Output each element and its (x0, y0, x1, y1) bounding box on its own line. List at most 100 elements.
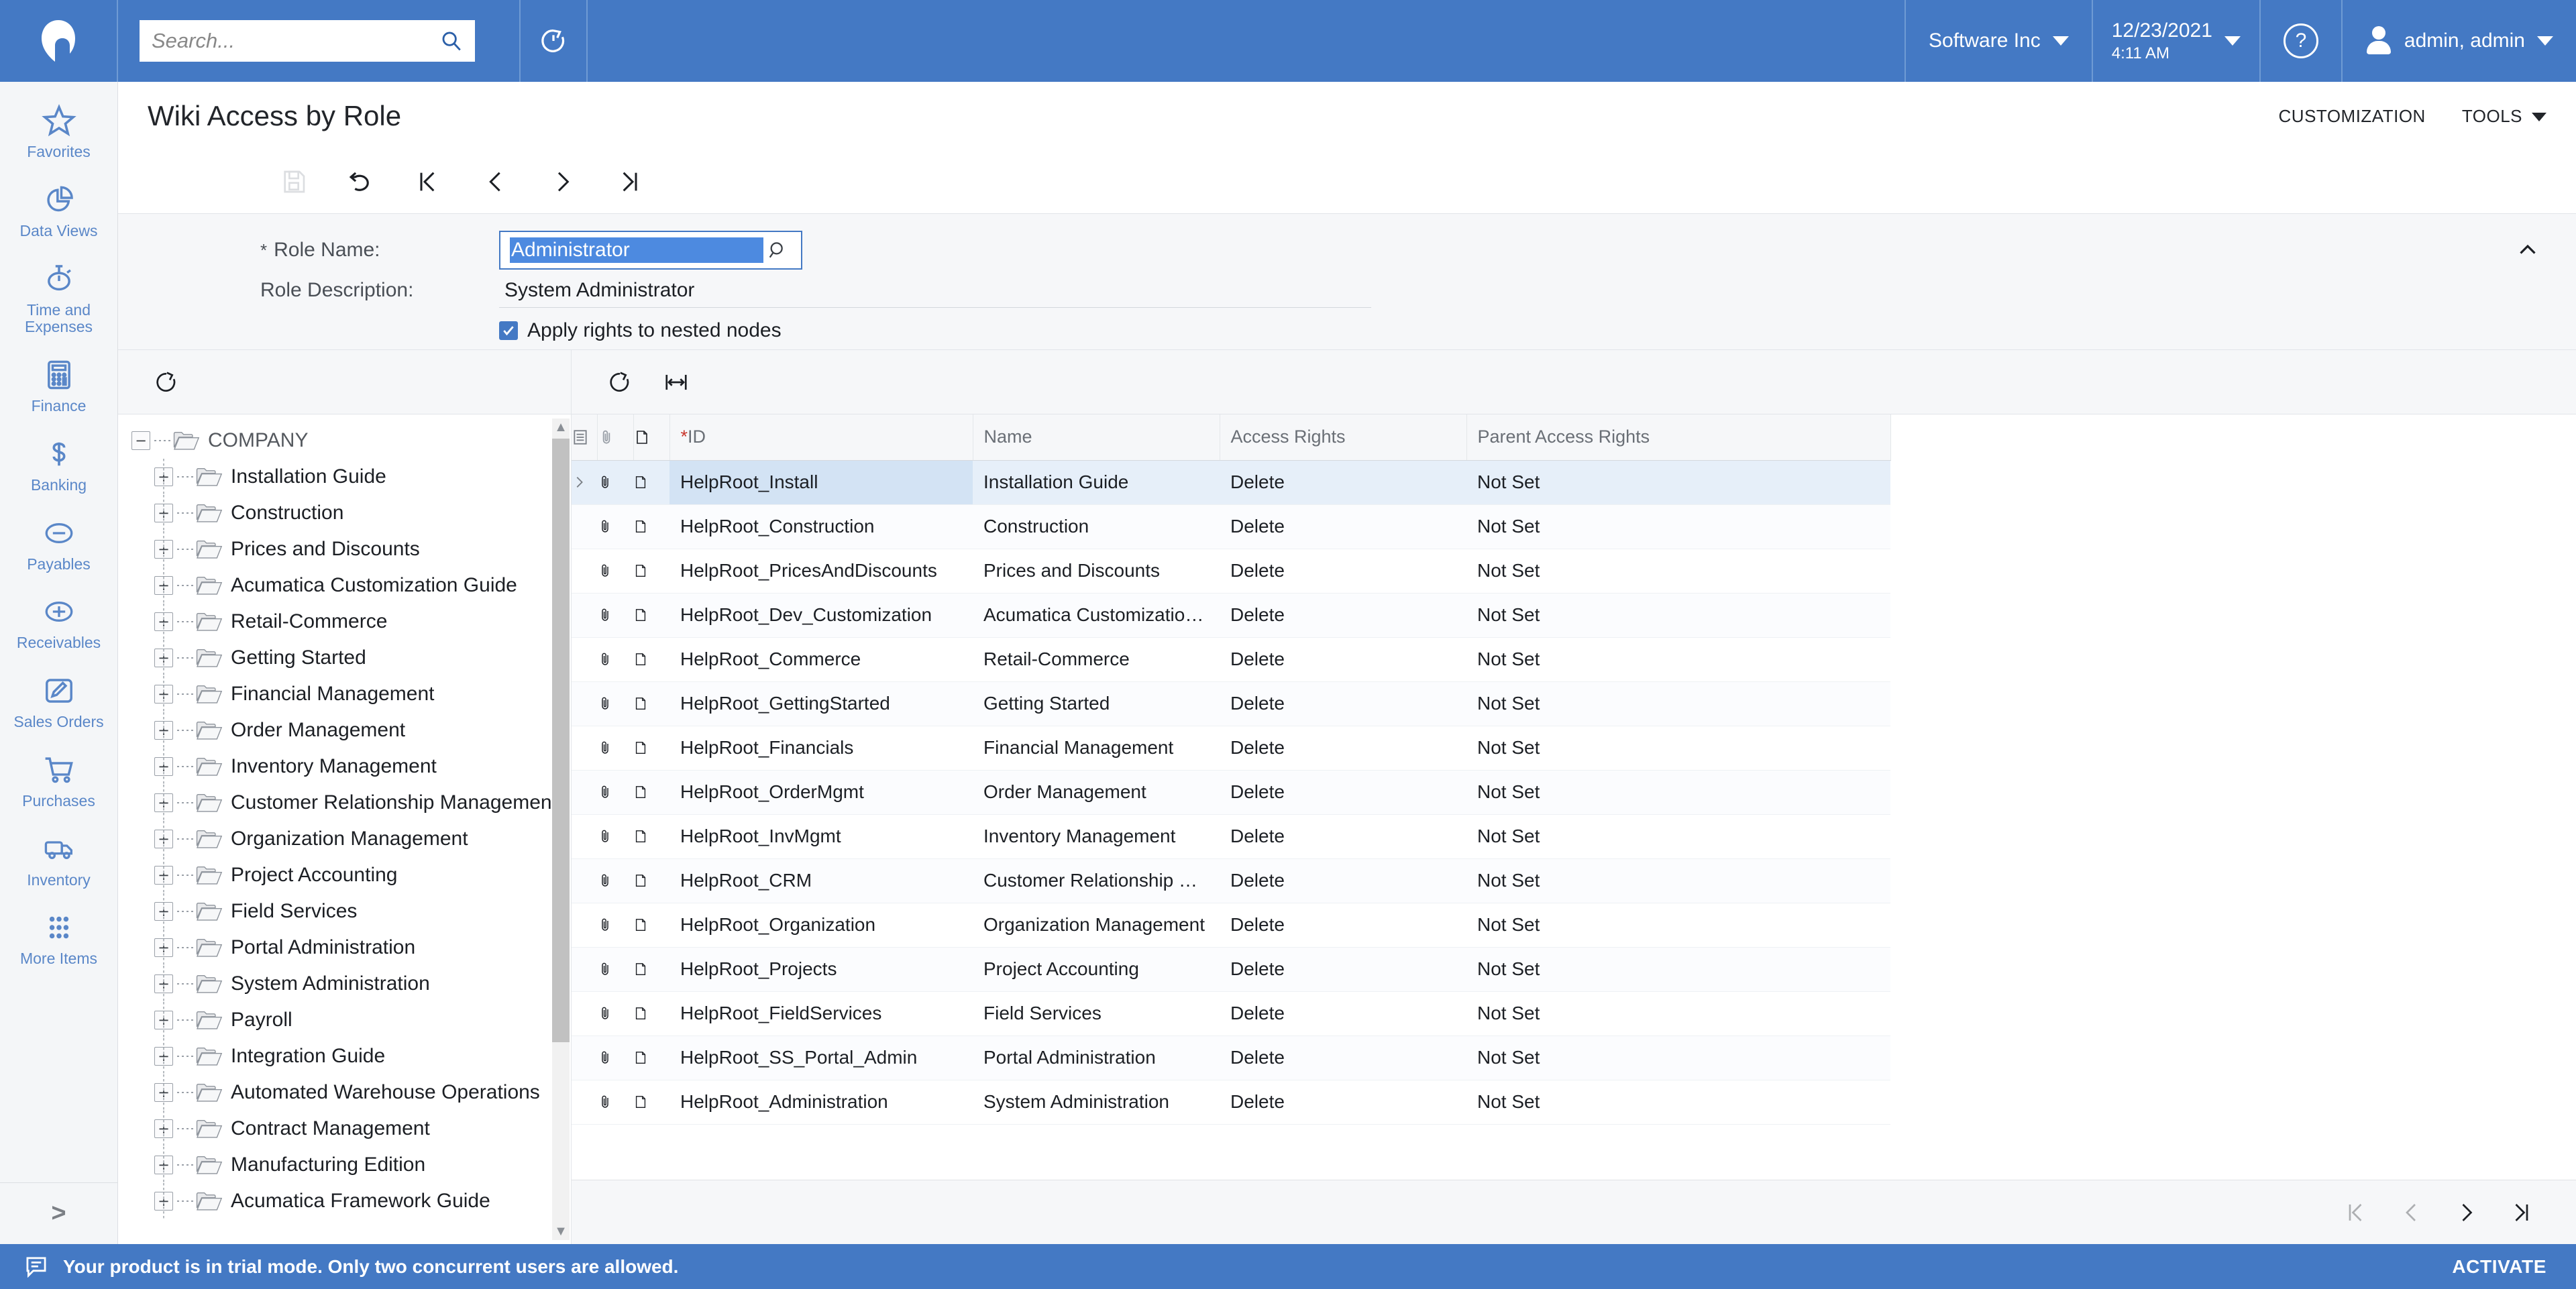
paperclip-icon[interactable] (597, 562, 633, 579)
cell-access-rights[interactable]: Delete (1220, 460, 1466, 505)
tree-node[interactable]: +Prices and Discounts (118, 531, 571, 567)
row-note-cell[interactable] (633, 460, 669, 505)
cell-parent-access-rights[interactable]: Not Set (1466, 858, 1890, 903)
previous-record-button[interactable] (462, 150, 529, 213)
access-rights-column-header[interactable]: Access Rights (1220, 414, 1467, 461)
tree-node[interactable]: +Order Management (118, 712, 571, 748)
row-attachment-cell[interactable] (597, 549, 633, 594)
row-attachment-cell[interactable] (597, 947, 633, 992)
scroll-down-arrow-icon[interactable]: ▼ (552, 1223, 570, 1240)
tree-node[interactable]: +Financial Management (118, 676, 571, 712)
paperclip-icon[interactable] (597, 739, 633, 756)
row-note-cell[interactable] (633, 549, 669, 594)
company-selector[interactable]: Software Inc (1904, 0, 2092, 82)
row-note-cell[interactable] (633, 991, 669, 1036)
cell-id[interactable]: HelpRoot_FieldServices (669, 991, 973, 1036)
cell-access-rights[interactable]: Delete (1220, 770, 1466, 815)
row-attachment-cell[interactable] (597, 681, 633, 726)
cell-access-rights[interactable]: Delete (1220, 858, 1466, 903)
cell-name[interactable]: Acumatica Customization Gu… (973, 593, 1220, 638)
sidebar-item-payables[interactable]: Payables (0, 504, 117, 583)
table-row[interactable]: HelpRoot_GettingStarted Getting Started De… (572, 681, 1890, 726)
row-expand-cell[interactable] (572, 681, 597, 726)
collapse-section-button[interactable] (2509, 231, 2546, 269)
row-attachment-cell[interactable] (597, 991, 633, 1036)
paperclip-icon[interactable] (597, 872, 633, 889)
cell-id[interactable]: HelpRoot_PricesAndDiscounts (669, 549, 973, 594)
cell-access-rights[interactable]: Delete (1220, 947, 1466, 992)
note-page-icon[interactable] (633, 1049, 669, 1066)
cell-name[interactable]: Order Management (973, 770, 1220, 815)
paperclip-icon[interactable] (597, 828, 633, 845)
tree-node[interactable]: +Automated Warehouse Operations (118, 1074, 571, 1111)
first-record-button[interactable] (394, 150, 462, 213)
note-page-icon[interactable] (633, 1005, 669, 1022)
cell-parent-access-rights[interactable]: Not Set (1466, 947, 1890, 992)
tree-node[interactable]: +Organization Management (118, 821, 571, 857)
cell-parent-access-rights[interactable]: Not Set (1466, 726, 1890, 771)
parent-access-rights-column-header[interactable]: Parent Access Rights (1466, 414, 1891, 461)
cell-id[interactable]: HelpRoot_Dev_Customization (669, 593, 973, 638)
next-record-button[interactable] (529, 150, 596, 213)
table-row[interactable]: HelpRoot_FieldServices Field Services Dele… (572, 991, 1890, 1036)
cell-access-rights[interactable]: Delete (1220, 637, 1466, 682)
user-menu[interactable]: admin, admin (2341, 0, 2576, 82)
cell-parent-access-rights[interactable]: Not Set (1466, 814, 1890, 859)
cell-parent-access-rights[interactable]: Not Set (1466, 504, 1890, 549)
cell-name[interactable]: Portal Administration (973, 1035, 1220, 1080)
cell-access-rights[interactable]: Delete (1220, 681, 1466, 726)
paperclip-icon[interactable] (597, 606, 633, 624)
tree-node[interactable]: +Installation Guide (118, 459, 571, 495)
row-attachment-cell[interactable] (597, 726, 633, 771)
search-icon[interactable] (440, 30, 463, 52)
scroll-up-arrow-icon[interactable]: ▲ (552, 418, 570, 436)
cell-id[interactable]: HelpRoot_GettingStarted (669, 681, 973, 726)
cell-id[interactable]: HelpRoot_Projects (669, 947, 973, 992)
previous-page-button[interactable] (2385, 1187, 2436, 1238)
tree-node[interactable]: +Construction (118, 495, 571, 531)
scrollbar-thumb[interactable] (552, 439, 570, 1042)
row-note-cell[interactable] (633, 903, 669, 948)
cell-parent-access-rights[interactable]: Not Set (1466, 460, 1890, 505)
cell-name[interactable]: Inventory Management (973, 814, 1220, 859)
chevron-right-icon[interactable] (572, 474, 597, 490)
table-row[interactable]: HelpRoot_Commerce Retail-Commerce Delete No… (572, 637, 1890, 682)
row-note-cell[interactable] (633, 504, 669, 549)
cell-name[interactable]: Organization Management (973, 903, 1220, 948)
cell-parent-access-rights[interactable]: Not Set (1466, 1035, 1890, 1080)
paperclip-icon[interactable] (597, 1093, 633, 1111)
note-page-icon[interactable] (633, 739, 669, 756)
tree-node[interactable]: +Contract Management (118, 1111, 571, 1147)
tree-node[interactable]: +Payroll (118, 1002, 571, 1038)
tree-node[interactable]: +Manufacturing Edition (118, 1147, 571, 1183)
cell-access-rights[interactable]: Delete (1220, 726, 1466, 771)
apply-nested-checkbox[interactable]: Apply rights to nested nodes (499, 319, 782, 342)
name-column-header[interactable]: Name (973, 414, 1220, 461)
row-expand-cell[interactable] (572, 460, 597, 505)
last-page-button[interactable] (2496, 1187, 2546, 1238)
note-page-icon[interactable] (633, 960, 669, 978)
row-note-cell[interactable] (633, 681, 669, 726)
paperclip-icon[interactable] (597, 695, 633, 712)
tree-node[interactable]: +Customer Relationship Management (118, 785, 571, 821)
cell-access-rights[interactable]: Delete (1220, 504, 1466, 549)
note-page-icon[interactable] (633, 651, 669, 668)
sidebar-item-banking[interactable]: Banking (0, 425, 117, 504)
tree-node[interactable]: +Portal Administration (118, 930, 571, 966)
table-row[interactable]: HelpRoot_Dev_Customization Acumatica Cust… (572, 593, 1890, 638)
row-attachment-cell[interactable] (597, 903, 633, 948)
row-expand-cell[interactable] (572, 991, 597, 1036)
row-expand-cell[interactable] (572, 726, 597, 771)
tools-menu[interactable]: TOOLS (2462, 106, 2546, 127)
note-page-icon[interactable] (633, 1093, 669, 1111)
tree-node[interactable]: +Acumatica Framework Guide (118, 1183, 571, 1219)
row-note-cell[interactable] (633, 770, 669, 815)
cell-access-rights[interactable]: Delete (1220, 1080, 1466, 1125)
sidebar-item-data-views[interactable]: Data Views (0, 170, 117, 249)
cell-name[interactable]: Field Services (973, 991, 1220, 1036)
cell-access-rights[interactable]: Delete (1220, 593, 1466, 638)
tree-node[interactable]: +System Administration (118, 966, 571, 1002)
cell-name[interactable]: Prices and Discounts (973, 549, 1220, 594)
refresh-page-button[interactable] (521, 0, 588, 82)
paperclip-icon[interactable] (597, 916, 633, 934)
